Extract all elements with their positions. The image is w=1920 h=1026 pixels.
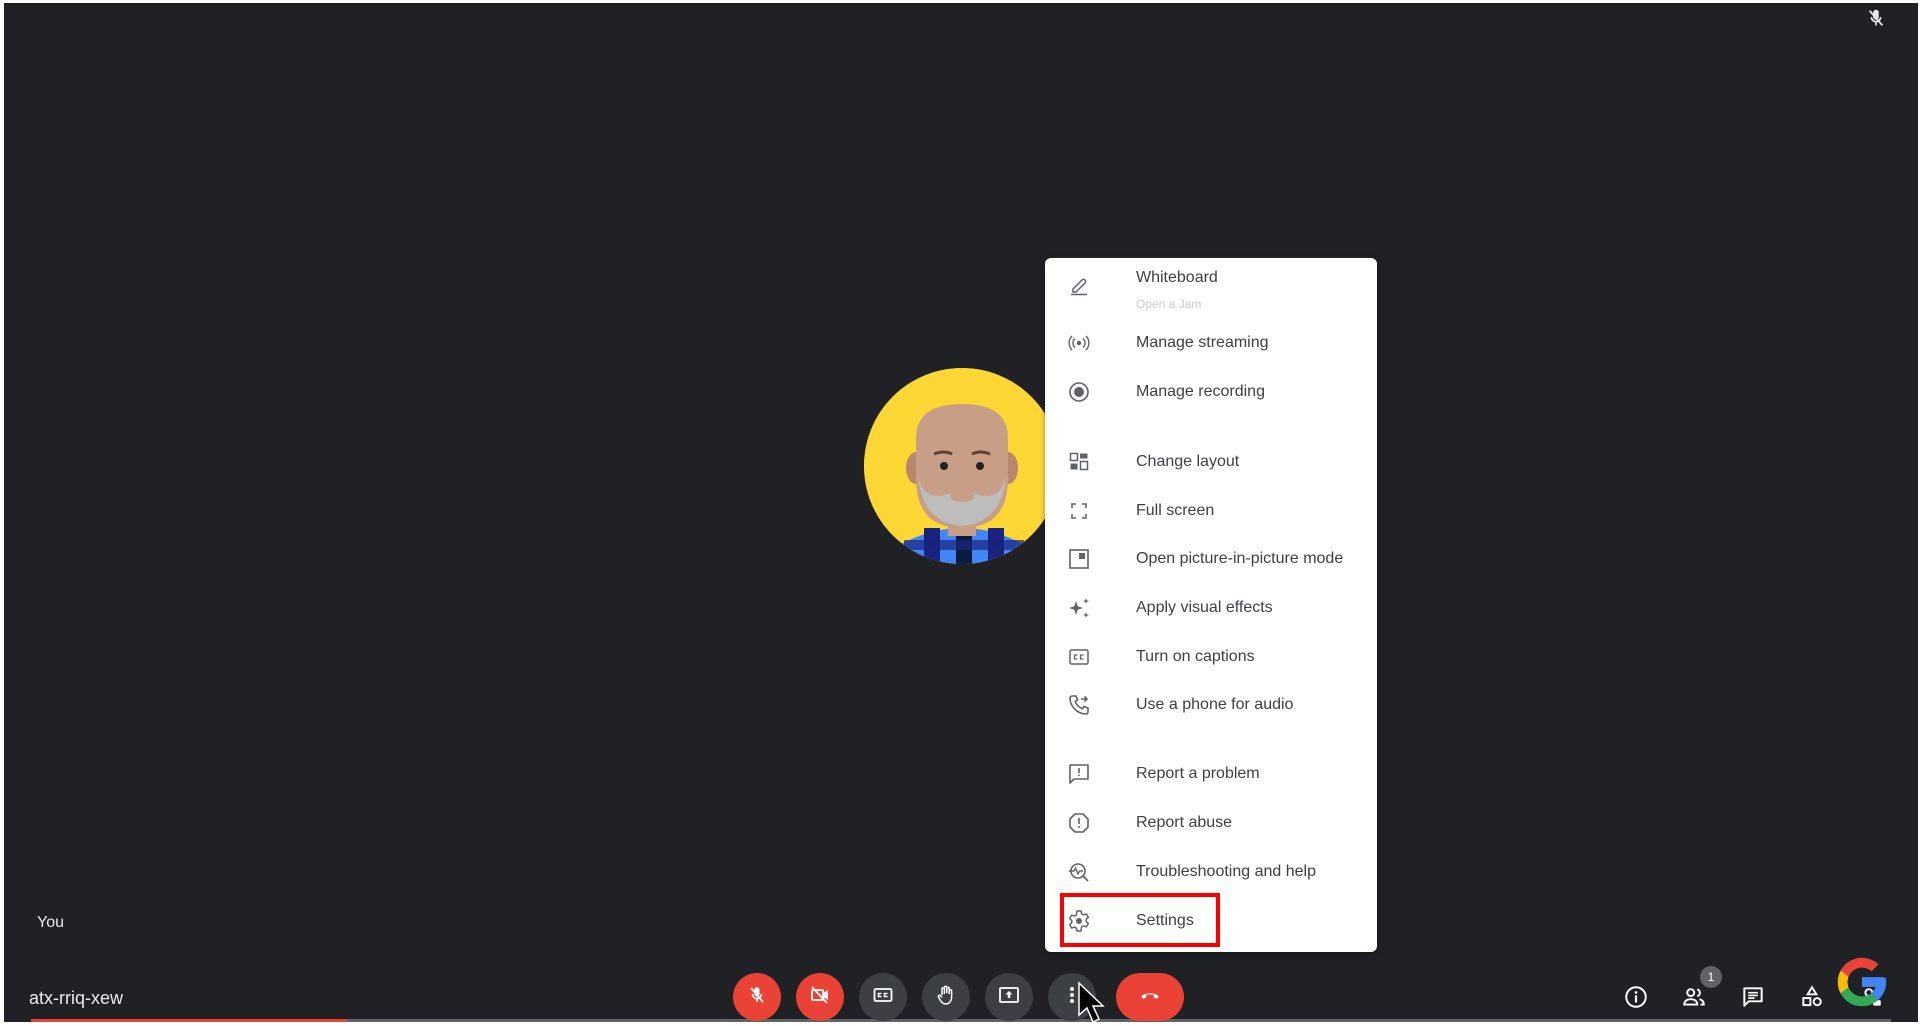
chat-icon — [1740, 984, 1766, 1015]
menu-item-label: Manage recording — [1136, 383, 1265, 400]
report-icon — [1065, 809, 1093, 837]
participant-avatar — [864, 368, 1060, 564]
mic-toggle-button[interactable] — [733, 973, 781, 1021]
troubleshoot-icon — [1065, 858, 1093, 886]
google-logo — [1833, 953, 1891, 1011]
fullscreen-icon — [1065, 497, 1093, 525]
menu-item-label: Manage streaming — [1136, 334, 1269, 351]
menu-item-change-layout[interactable]: Change layout — [1045, 440, 1377, 484]
raise-hand-button[interactable] — [922, 973, 970, 1021]
present-screen-icon — [997, 983, 1021, 1012]
menu-item-label: Report a problem — [1136, 765, 1260, 782]
menu-item-manage-recording[interactable]: Manage recording — [1045, 370, 1377, 414]
self-name-label: You — [37, 914, 64, 931]
menu-item-sublabel: Open a Jam — [1136, 297, 1202, 311]
menu-item-turn-on-captions[interactable]: Turn on captions — [1045, 635, 1377, 679]
present-screen-button[interactable] — [985, 973, 1033, 1021]
activities-icon — [1799, 984, 1825, 1015]
participant-count-badge: 1 — [1700, 966, 1722, 988]
meeting-stage: You atx-rriq-xew 1 — [4, 3, 1918, 1022]
menu-item-label: Turn on captions — [1136, 648, 1255, 665]
menu-item-label: Report abuse — [1136, 814, 1233, 831]
info-icon — [1623, 984, 1649, 1015]
pencil-icon — [1065, 271, 1093, 299]
chat-button[interactable] — [1739, 985, 1767, 1013]
closed-captions-icon — [871, 983, 895, 1012]
menu-item-troubleshooting[interactable]: Troubleshooting and help — [1045, 850, 1377, 894]
more-options-menu: Whiteboard Open a Jam Manage streaming M… — [1045, 258, 1377, 952]
feedback-icon — [1065, 760, 1093, 788]
layout-icon — [1065, 448, 1093, 476]
settings-highlight-box — [1060, 893, 1220, 947]
menu-item-whiteboard[interactable]: Whiteboard Open a Jam — [1045, 263, 1377, 311]
camera-off-icon — [808, 983, 832, 1012]
menu-item-report-abuse[interactable]: Report abuse — [1045, 801, 1377, 845]
record-icon — [1065, 378, 1093, 406]
menu-item-label: Whiteboard — [1136, 269, 1218, 286]
camera-toggle-button[interactable] — [796, 973, 844, 1021]
menu-item-report-problem[interactable]: Report a problem — [1045, 752, 1377, 796]
menu-item-label: Full screen — [1136, 502, 1215, 519]
pip-icon — [1065, 545, 1093, 573]
menu-item-visual-effects[interactable]: Apply visual effects — [1045, 586, 1377, 630]
phone-forward-icon — [1065, 691, 1093, 719]
menu-item-label: Apply visual effects — [1136, 599, 1273, 616]
menu-item-phone-audio[interactable]: Use a phone for audio — [1045, 683, 1377, 727]
menu-item-label: Use a phone for audio — [1136, 696, 1294, 713]
people-icon — [1681, 984, 1707, 1015]
menu-item-label: Change layout — [1136, 453, 1240, 470]
captions-button[interactable] — [859, 973, 907, 1021]
menu-item-label: Open picture-in-picture mode — [1136, 550, 1344, 567]
menu-item-manage-streaming[interactable]: Manage streaming — [1045, 321, 1377, 365]
sparkle-icon — [1065, 594, 1093, 622]
mic-off-icon — [1865, 7, 1887, 29]
activities-button[interactable] — [1798, 984, 1826, 1015]
meeting-details-button[interactable] — [1622, 985, 1650, 1013]
recording-progress-fill — [31, 1019, 348, 1022]
phone-hangup-icon — [1138, 983, 1162, 1012]
menu-item-picture-in-picture[interactable]: Open picture-in-picture mode — [1045, 537, 1377, 581]
mouse-cursor-icon — [1076, 981, 1106, 1022]
people-button[interactable] — [1680, 985, 1708, 1013]
recording-progress-bar — [31, 1019, 1891, 1022]
meeting-code: atx-rriq-xew — [29, 988, 124, 1008]
end-call-button[interactable] — [1116, 973, 1184, 1021]
streaming-icon — [1065, 329, 1093, 357]
menu-item-label: Troubleshooting and help — [1136, 863, 1316, 880]
mic-off-icon — [745, 983, 769, 1012]
hand-icon — [934, 983, 958, 1012]
captions-icon — [1065, 643, 1093, 671]
menu-item-full-screen[interactable]: Full screen — [1045, 489, 1377, 533]
